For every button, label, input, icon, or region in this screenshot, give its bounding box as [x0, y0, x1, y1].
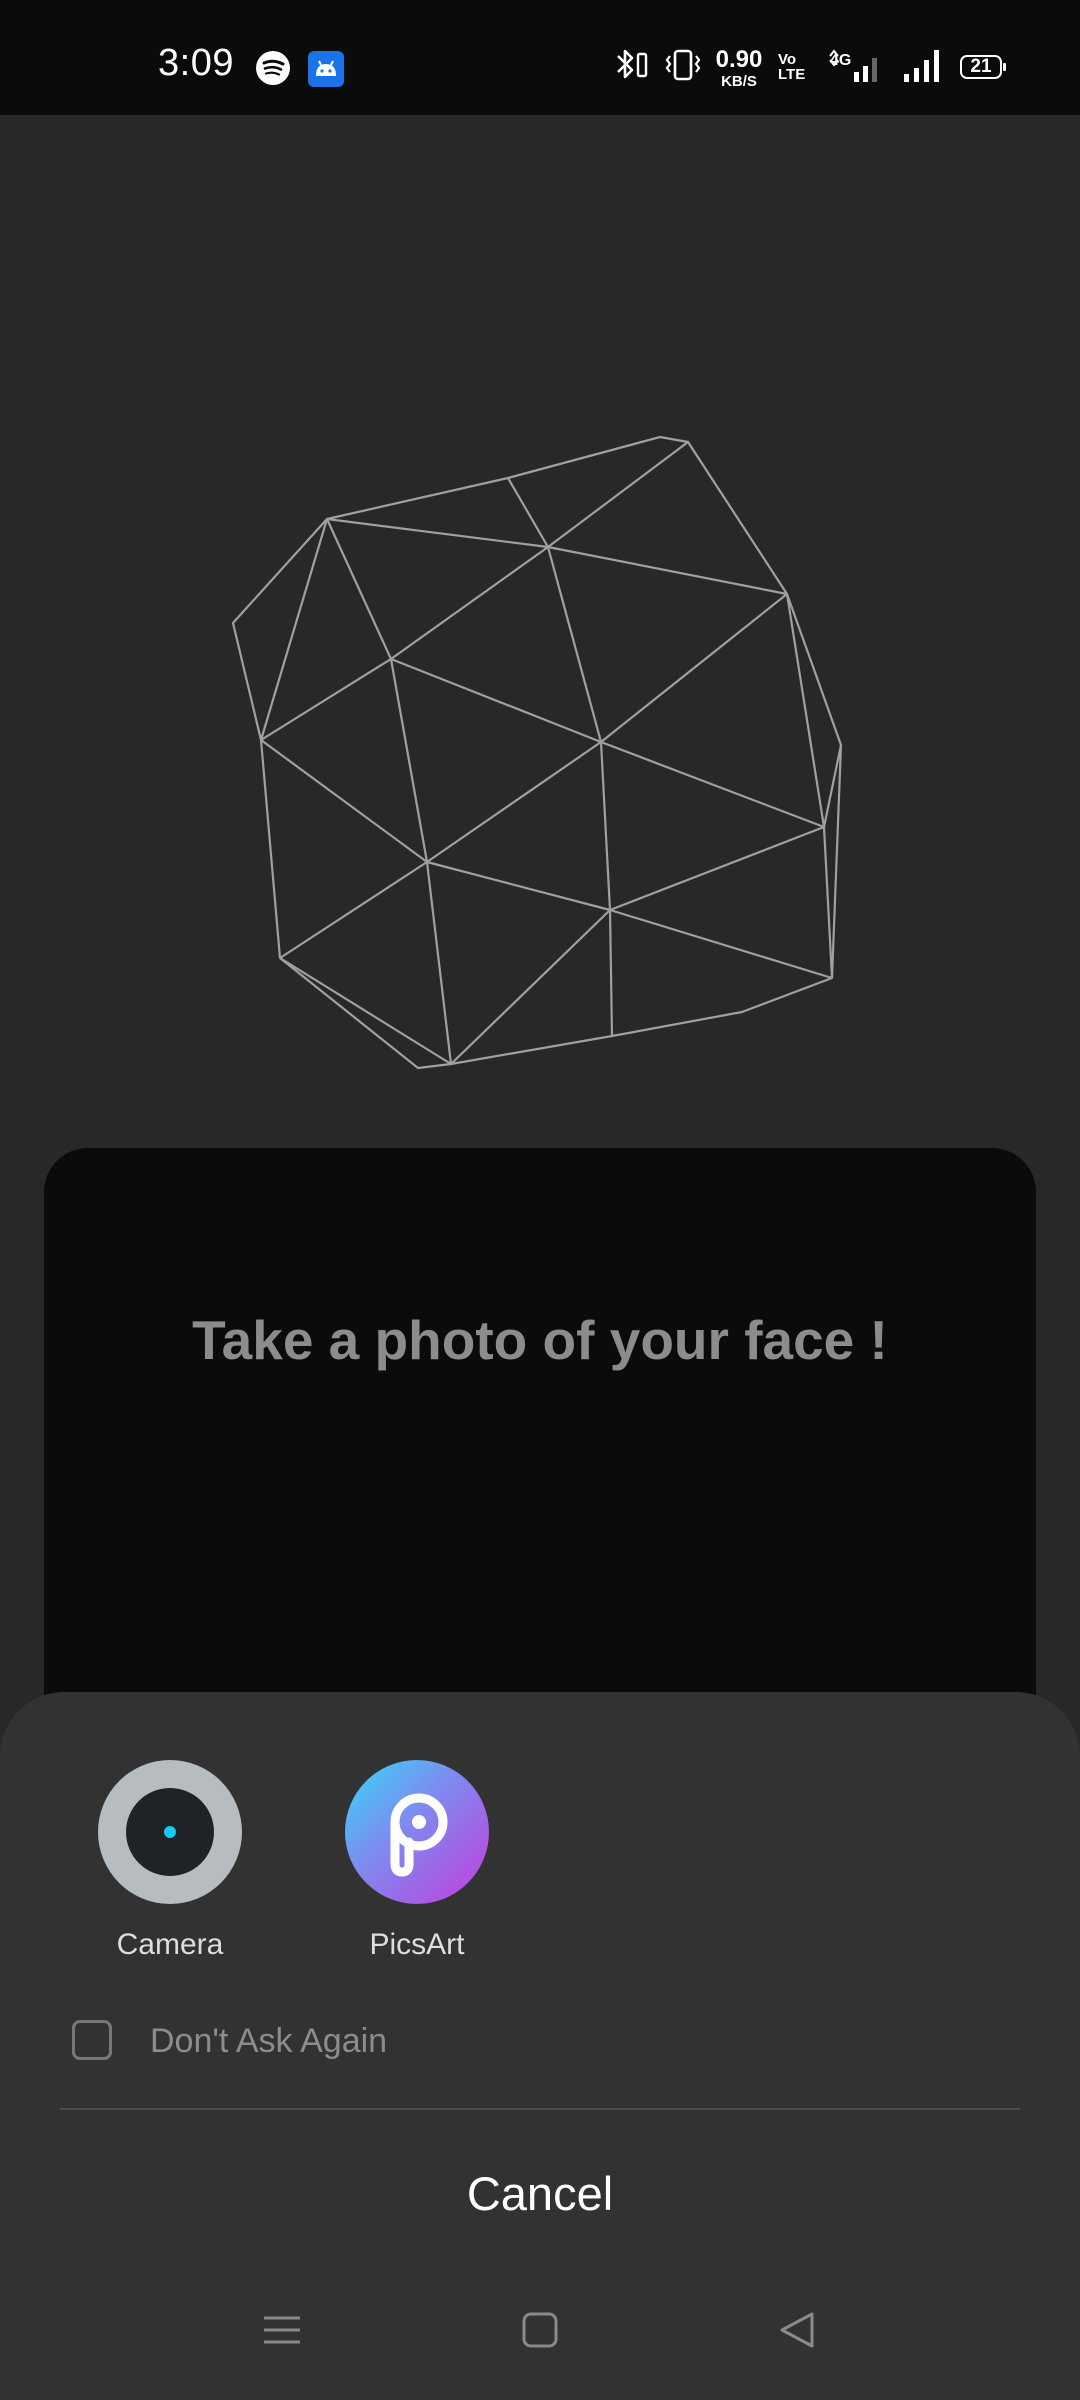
dont-ask-again-checkbox[interactable] [72, 2020, 112, 2060]
data-speed-indicator: 0.90 KB/S [712, 46, 766, 90]
picsart-app-label: PicsArt [369, 1928, 465, 1961]
camera-app-label: Camera [116, 1928, 224, 1961]
app-chooser-sheet: Camera PicsArt Don't Ask Again Cancel [0, 1692, 1080, 2400]
vibrate-icon [665, 49, 701, 81]
status-time: 3:09 [158, 42, 234, 84]
camera-icon [98, 1760, 242, 1904]
bluetooth-icon [617, 49, 648, 79]
menu-icon[interactable] [262, 2310, 302, 2350]
dont-ask-again-label: Don't Ask Again [150, 2022, 388, 2060]
status-bar: 3:09 0.90 KB/S Vo LTE 4G 21 [0, 0, 1080, 115]
divider [60, 2108, 1020, 2110]
volte-label-top: Vo [778, 51, 797, 68]
face-mesh-illustration [231, 435, 843, 1070]
cancel-button[interactable]: Cancel [0, 2166, 1080, 2221]
volte-label-bottom: LTE [778, 66, 806, 83]
camera-app-option[interactable]: Camera [50, 1760, 290, 1962]
navigation-bar [0, 2300, 1080, 2380]
android-icon [308, 51, 344, 87]
data-speed-unit: KB/S [721, 73, 757, 90]
picsart-app-option[interactable]: PicsArt [297, 1760, 537, 1962]
spotify-icon [256, 51, 290, 85]
home-icon[interactable] [520, 2310, 560, 2350]
battery-icon: 21 [960, 55, 1006, 79]
face-card-title: Take a photo of your face ! [192, 1309, 888, 1371]
data-speed-value: 0.90 [715, 46, 763, 73]
data-arrows-icon [829, 49, 877, 82]
battery-level: 21 [970, 56, 992, 77]
signal-icon [904, 50, 939, 82]
picsart-icon [345, 1760, 489, 1904]
volte-icon: Vo LTE [778, 52, 805, 82]
back-icon[interactable] [776, 2310, 816, 2350]
